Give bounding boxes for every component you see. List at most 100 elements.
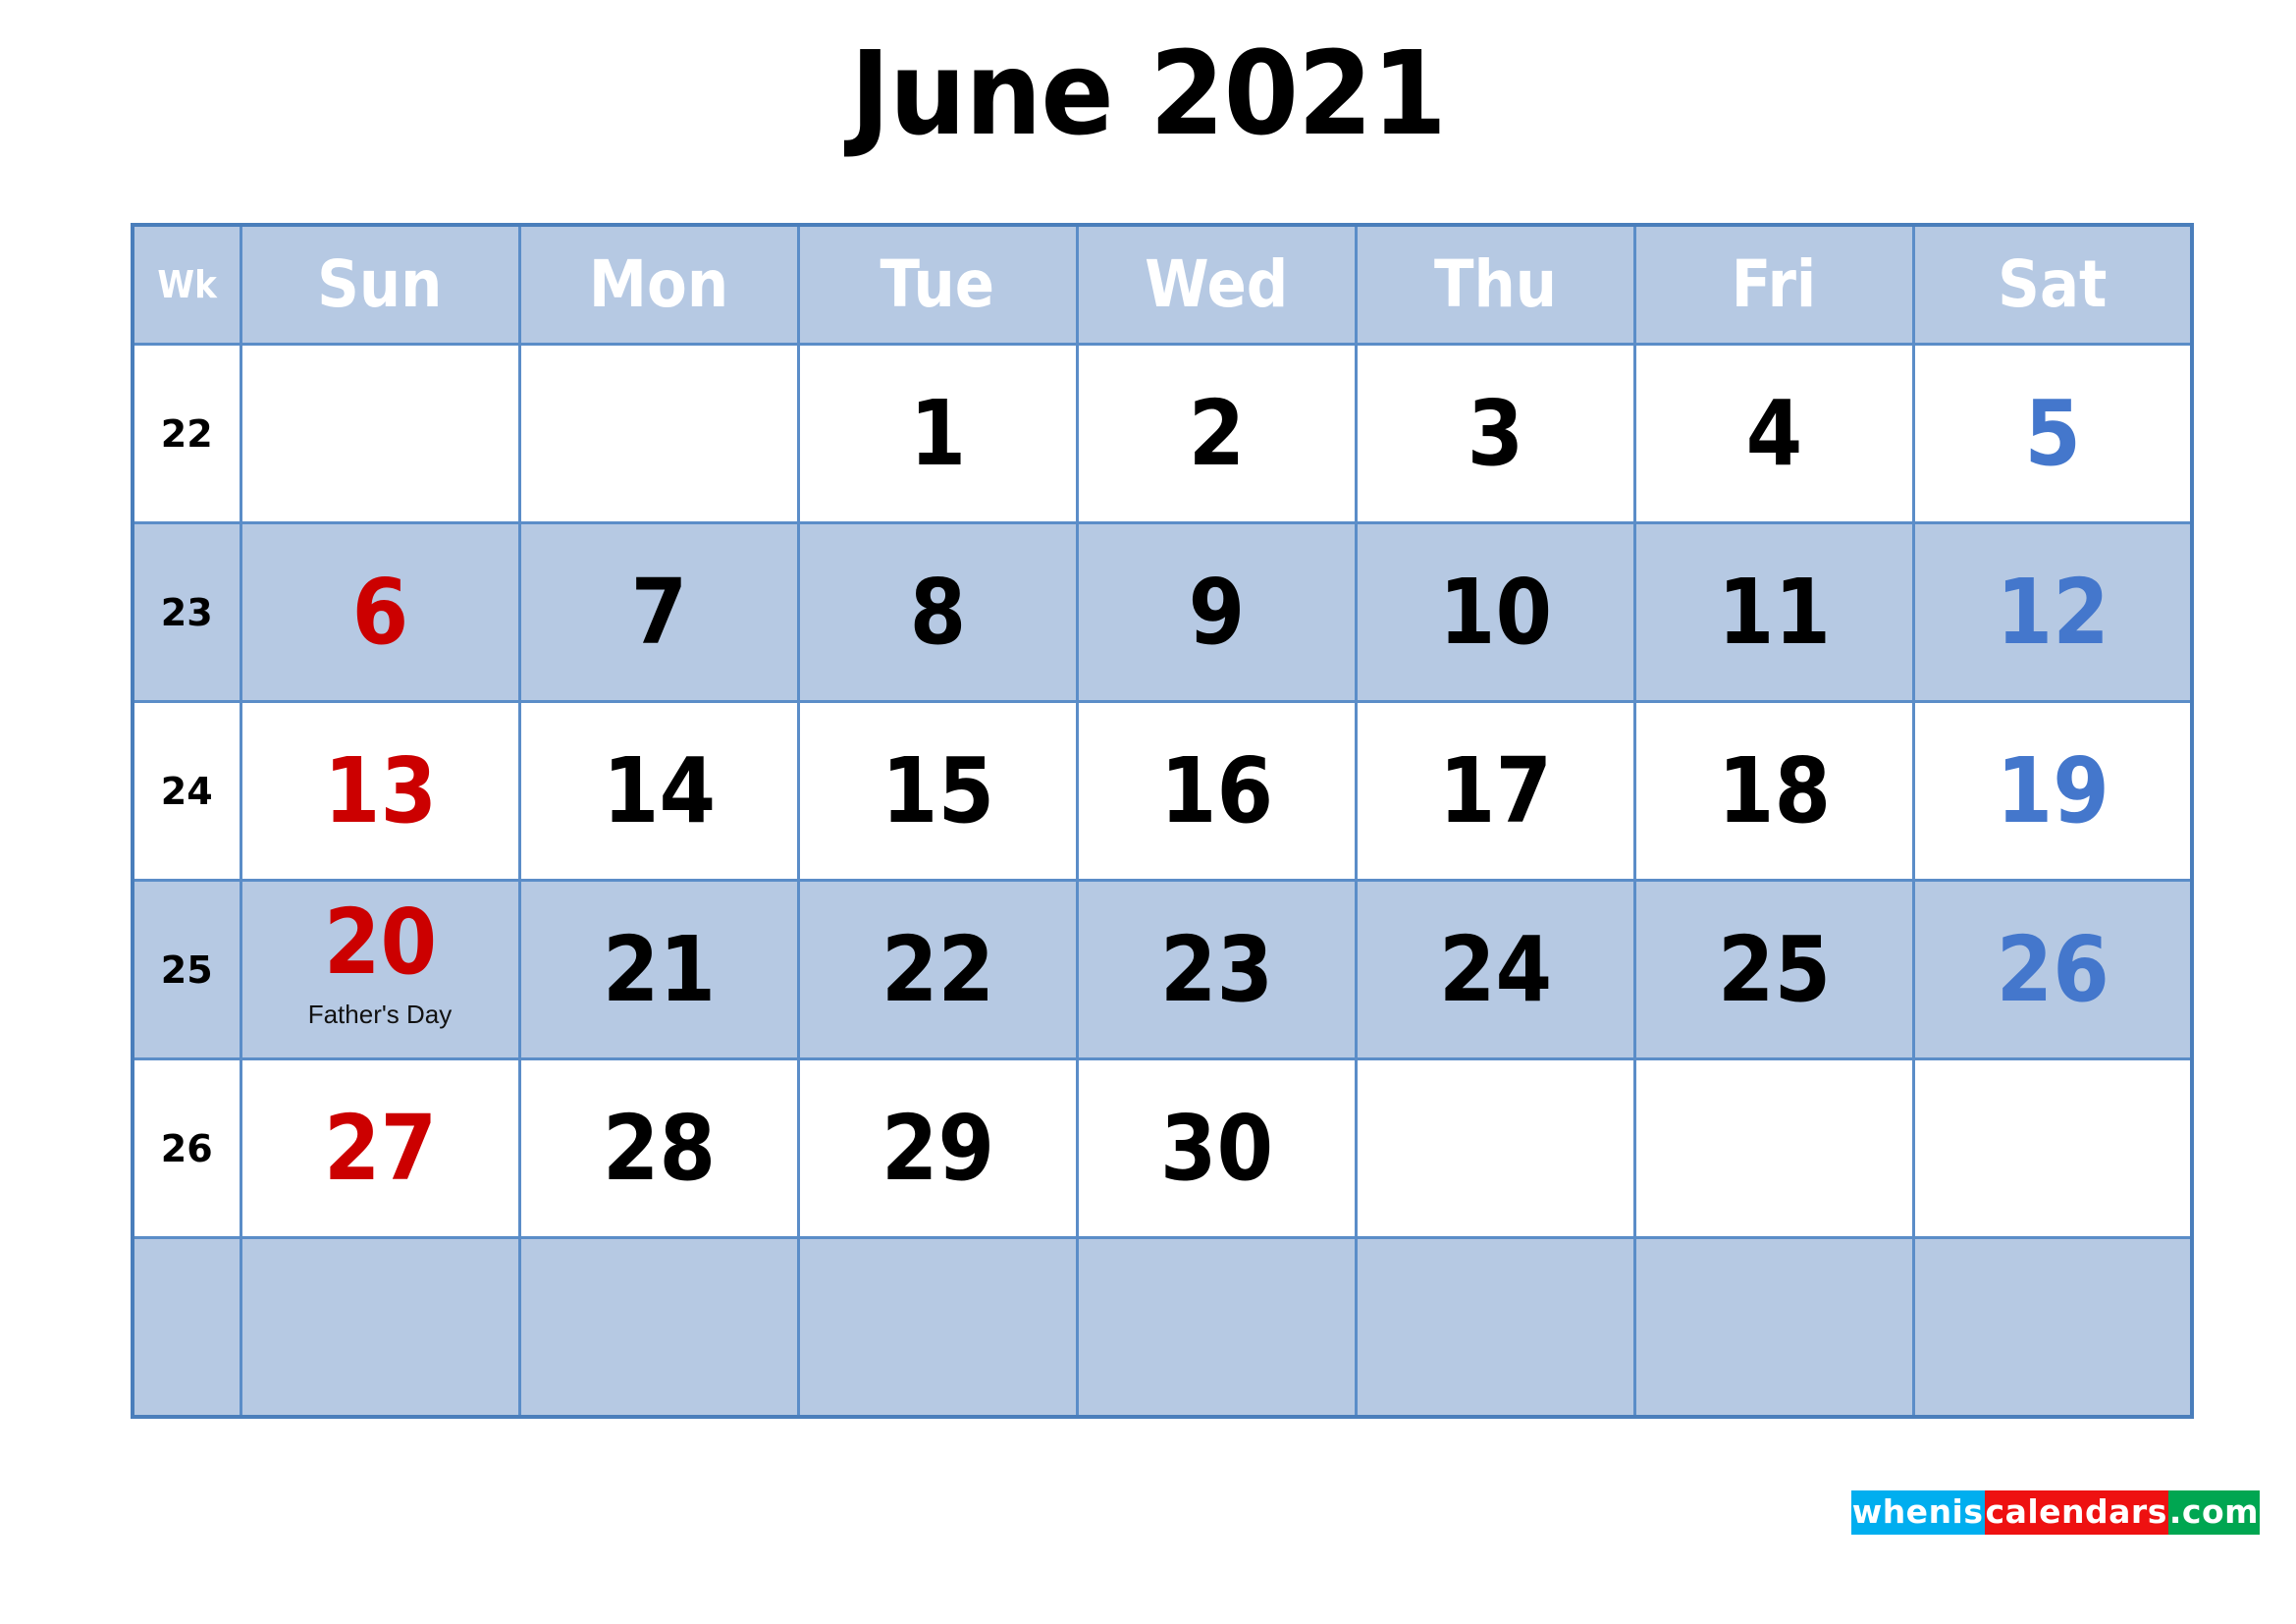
day-number: 13: [323, 737, 437, 843]
weekday-header-sun-label: Sun: [317, 246, 443, 322]
day-number: 19: [1996, 737, 2109, 843]
watermark-part-com: .com: [2167, 1490, 2260, 1535]
day-cell-1[interactable]: 1: [796, 343, 1079, 524]
day-cell-19[interactable]: 19: [1911, 700, 2194, 882]
day-number: 27: [323, 1095, 437, 1201]
day-number: 9: [1188, 559, 1245, 665]
weekday-header-thu: Thu: [1354, 223, 1636, 346]
day-cell-17[interactable]: 17: [1354, 700, 1636, 882]
day-number: 24: [1438, 916, 1552, 1022]
day-cell-2[interactable]: 2: [1075, 343, 1358, 524]
day-number: 12: [1996, 559, 2109, 665]
week-number-cell: [131, 1236, 242, 1418]
day-number: 23: [1159, 916, 1273, 1022]
day-cell-6[interactable]: 6: [239, 521, 521, 703]
day-number: 14: [602, 737, 716, 843]
day-number: 22: [881, 916, 994, 1022]
day-cell-20[interactable]: 20 Father's Day: [239, 879, 521, 1060]
day-number: 8: [909, 559, 966, 665]
watermark-part-whenis: whenis: [1850, 1490, 1985, 1535]
day-cell-empty-fri: [1632, 1057, 1915, 1239]
day-number: 7: [630, 559, 687, 665]
day-number: 6: [351, 559, 408, 665]
day-cell-9[interactable]: 9: [1075, 521, 1358, 703]
week-number-cell: 23: [131, 521, 242, 703]
day-cell-30[interactable]: 30: [1075, 1057, 1358, 1239]
day-number: 4: [1745, 380, 1802, 486]
day-cell-3[interactable]: 3: [1354, 343, 1636, 524]
day-cell-7[interactable]: 7: [517, 521, 800, 703]
week-number-cell: 22: [131, 343, 242, 524]
day-cell-21[interactable]: 21: [517, 879, 800, 1060]
day-number: 2: [1188, 380, 1245, 486]
day-number: 18: [1717, 737, 1831, 843]
day-cell-24[interactable]: 24: [1354, 879, 1636, 1060]
day-cell-empty-sat: [1911, 1057, 2194, 1239]
weekday-header-sat: Sat: [1911, 223, 2194, 346]
day-number: 3: [1467, 380, 1523, 486]
week-number-header: Wk: [131, 223, 242, 346]
day-cell-empty-thu: [1354, 1236, 1636, 1418]
day-cell-16[interactable]: 16: [1075, 700, 1358, 882]
page-title: June 2021: [850, 26, 1447, 161]
day-cell-empty-mon: [517, 343, 800, 524]
day-cell-22[interactable]: 22: [796, 879, 1079, 1060]
weekday-header-sat-label: Sat: [1998, 246, 2108, 322]
calendar-week-row: 26 27 28 29 30: [131, 1057, 2194, 1239]
weekday-header-row: Wk Sun Mon Tue Wed Thu Fri Sat: [131, 223, 2194, 346]
calendar-grid: Wk Sun Mon Tue Wed Thu Fri Sat 22 1 2 3 …: [131, 223, 2194, 1419]
day-cell-25[interactable]: 25: [1632, 879, 1915, 1060]
day-number: 28: [602, 1095, 716, 1201]
weekday-header-fri-label: Fri: [1731, 246, 1817, 322]
calendar-week-row: 24 13 14 15 16 17 18 19: [131, 700, 2194, 882]
day-number: 29: [881, 1095, 994, 1201]
day-number: 25: [1717, 916, 1831, 1022]
weekday-header-wed-label: Wed: [1144, 246, 1289, 322]
day-number: 17: [1438, 737, 1552, 843]
day-number: 15: [881, 737, 994, 843]
day-cell-5[interactable]: 5: [1911, 343, 2194, 524]
day-cell-11[interactable]: 11: [1632, 521, 1915, 703]
day-cell-empty-sat: [1911, 1236, 2194, 1418]
day-cell-28[interactable]: 28: [517, 1057, 800, 1239]
day-number: 26: [1996, 916, 2109, 1022]
day-cell-13[interactable]: 13: [239, 700, 521, 882]
weekday-header-wed: Wed: [1075, 223, 1358, 346]
day-cell-empty-thu: [1354, 1057, 1636, 1239]
day-cell-18[interactable]: 18: [1632, 700, 1915, 882]
weekday-header-tue: Tue: [796, 223, 1079, 346]
day-number: 10: [1438, 559, 1552, 665]
day-cell-8[interactable]: 8: [796, 521, 1079, 703]
week-number-cell: 24: [131, 700, 242, 882]
day-number: 16: [1159, 737, 1273, 843]
day-cell-26[interactable]: 26: [1911, 879, 2194, 1060]
day-cell-empty-tue: [796, 1236, 1079, 1418]
day-cell-29[interactable]: 29: [796, 1057, 1079, 1239]
watermark-part-calendars: calendars: [1984, 1490, 2168, 1535]
weekday-header-tue-label: Tue: [880, 246, 995, 322]
day-cell-10[interactable]: 10: [1354, 521, 1636, 703]
week-number-cell: 26: [131, 1057, 242, 1239]
day-cell-4[interactable]: 4: [1632, 343, 1915, 524]
day-cell-12[interactable]: 12: [1911, 521, 2194, 703]
day-number: 11: [1717, 559, 1831, 665]
day-cell-15[interactable]: 15: [796, 700, 1079, 882]
weekday-header-sun: Sun: [239, 223, 521, 346]
day-number: 5: [2023, 380, 2081, 486]
day-cell-empty-fri: [1632, 1236, 1915, 1418]
site-watermark[interactable]: wheniscalendars.com: [1850, 1490, 2260, 1535]
day-number: 21: [602, 916, 716, 1022]
calendar-body: 22 1 2 3 4 5 23 6 7 8 9 10 11 12 24 13 14 15 16 17 18 19 25 20 F…: [131, 343, 2194, 1418]
calendar-week-row: 22 1 2 3 4 5: [131, 343, 2194, 524]
weekday-header-fri: Fri: [1632, 223, 1915, 346]
calendar-week-row: 23 6 7 8 9 10 11 12: [131, 521, 2194, 703]
day-cell-empty-wed: [1075, 1236, 1358, 1418]
weekday-header-thu-label: Thu: [1433, 246, 1557, 322]
day-number: 1: [909, 380, 966, 486]
day-cell-empty-mon: [517, 1236, 800, 1418]
day-cell-14[interactable]: 14: [517, 700, 800, 882]
day-cell-27[interactable]: 27: [239, 1057, 521, 1239]
calendar-week-row: 25 20 Father's Day 21 22 23 24 25 26: [131, 879, 2194, 1060]
calendar-header: Wk Sun Mon Tue Wed Thu Fri Sat: [131, 223, 2194, 346]
day-cell-23[interactable]: 23: [1075, 879, 1358, 1060]
